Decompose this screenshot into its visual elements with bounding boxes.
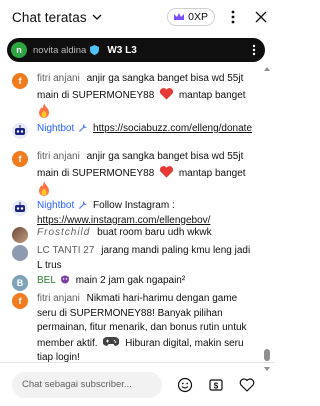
author-name[interactable]: Frostchild (37, 227, 90, 238)
chat-message[interactable]: f fitri anjani Nikmati hari-harimu denga… (0, 292, 262, 362)
message-text: buat room baru udh wkwk (97, 227, 212, 238)
moderator-wrench-icon (79, 123, 88, 132)
robot-avatar-icon (15, 125, 25, 135)
chat-message[interactable]: f fitri anjani anjir ga sangka banget bi… (0, 72, 262, 122)
super-chat-button[interactable]: $ (203, 372, 229, 398)
chat-scrollbar[interactable] (263, 66, 271, 371)
svg-text:$: $ (214, 381, 219, 390)
chat-message-list[interactable]: f fitri anjani anjir ga sangka banget bi… (0, 66, 262, 362)
message-text-end: mantap banget (178, 167, 246, 179)
fire-emoji-icon (39, 181, 49, 196)
chevron-down-icon[interactable] (91, 11, 103, 23)
member-badge-icon (90, 45, 100, 55)
author-name[interactable]: fitri anjani (37, 293, 80, 304)
avatar[interactable]: B (12, 275, 28, 291)
avatar[interactable] (12, 123, 28, 139)
message-text-end: mantap banget (178, 89, 246, 101)
heart-emoji-icon (159, 87, 174, 100)
pinned-text: W3 L3 (107, 44, 137, 56)
devil-emoji-icon (60, 275, 69, 284)
avatar[interactable] (12, 227, 28, 243)
chat-header: Chat teratas 0XP (0, 0, 275, 34)
more-vert-icon (231, 10, 235, 24)
avatar[interactable] (12, 245, 28, 261)
xp-badge[interactable]: 0XP (167, 8, 215, 26)
chat-input-bar: $ (0, 362, 275, 406)
chat-message[interactable]: Frostchild buat room baru udh wkwk (0, 226, 262, 243)
message-text: Follow Instagram : (93, 200, 175, 211)
pinned-menu-button[interactable] (249, 42, 259, 58)
chat-message[interactable]: B BEL main 2 jam gak ngapain² (0, 274, 262, 291)
pinned-avatar: n (11, 42, 27, 58)
chat-message[interactable]: Nightbot https://sociabuzz.com/elleng/do… (0, 122, 262, 139)
close-chat-button[interactable] (247, 3, 275, 31)
like-heart-button[interactable] (234, 372, 260, 398)
heart-emoji-icon (159, 165, 174, 178)
chat-message[interactable]: Nightbot Follow Instagram : https://www.… (0, 199, 262, 228)
pinned-message[interactable]: n novita aldina W3 L3 (7, 38, 265, 62)
close-icon (255, 11, 267, 23)
message-link[interactable]: https://www.instagram.com/ellengebov/ (37, 215, 210, 226)
author-name[interactable]: Nightbot (37, 200, 74, 211)
author-name[interactable]: LC TANTI 27 (37, 245, 94, 256)
heart-outline-icon (239, 377, 255, 392)
smiley-icon (177, 377, 193, 392)
pinned-author: novita aldina (33, 44, 87, 56)
robot-avatar-icon (15, 202, 25, 212)
message-link[interactable]: https://sociabuzz.com/elleng/donate (93, 123, 252, 134)
dollar-icon: $ (209, 378, 223, 391)
avatar[interactable] (12, 200, 28, 216)
fire-emoji-icon (39, 103, 49, 118)
author-name[interactable]: fitri anjani (37, 73, 80, 84)
chat-message[interactable]: LC TANTI 27 jarang mandi paling kmu leng… (0, 244, 262, 273)
moderator-wrench-icon (79, 200, 88, 209)
chat-mode-title[interactable]: Chat teratas (12, 10, 87, 25)
message-text: main 2 jam gak ngapain² (75, 275, 186, 286)
emoji-button[interactable] (172, 372, 198, 398)
author-name[interactable]: fitri anjani (37, 151, 80, 162)
xp-value: 0XP (188, 11, 208, 23)
avatar[interactable]: f (12, 151, 28, 167)
chat-message-input[interactable] (12, 371, 162, 398)
chat-message[interactable]: f fitri anjani anjir ga sangka banget bi… (0, 150, 262, 200)
more-options-button[interactable] (219, 3, 247, 31)
scroll-up-arrow-icon[interactable] (263, 66, 271, 72)
avatar[interactable]: f (12, 73, 28, 89)
author-name[interactable]: Nightbot (37, 123, 74, 134)
more-vert-icon (252, 44, 256, 56)
crown-icon (174, 13, 185, 20)
avatar[interactable]: f (12, 293, 28, 309)
game-controller-emoji-icon (103, 336, 120, 346)
scrollbar-thumb[interactable] (264, 349, 270, 361)
author-name[interactable]: BEL (37, 275, 56, 286)
